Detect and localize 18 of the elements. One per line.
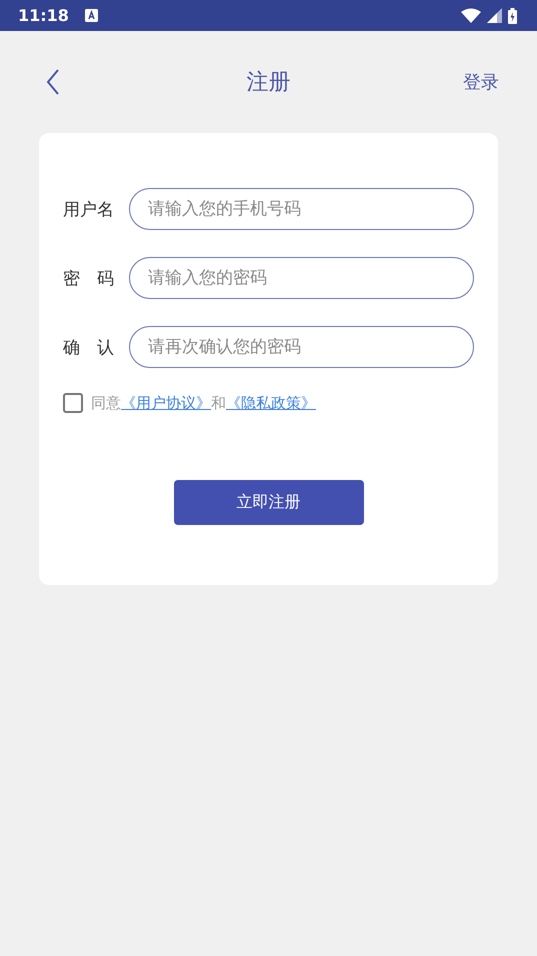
input-field[interactable]: 请输入您的手机号码 [129,188,474,230]
input-field[interactable]: 请再次确认您的密码 [129,326,474,368]
register-button[interactable]: 立即注册 [174,480,364,525]
checkbox[interactable] [63,393,83,413]
privacy-policy-link[interactable]: 《隐私政策》 [226,394,316,412]
field-label: 用户名 [63,198,115,220]
wifi-icon [461,8,481,23]
field-label: 密 码 [63,268,115,290]
agreement-text: 同意《用户协议》和《隐私政策》 [91,394,316,412]
signal-icon [487,8,502,23]
status-time: 11:18 [18,6,69,25]
input-field[interactable]: 请输入您的密码 [129,257,474,299]
login-link[interactable]: 登录 [463,70,499,94]
field-label: 确 认 [63,336,115,358]
battery-icon [508,8,517,24]
page-title: 注册 [246,69,290,97]
user-agreement-link[interactable]: 《用户协议》 [121,394,211,412]
notification-icon [84,9,98,22]
